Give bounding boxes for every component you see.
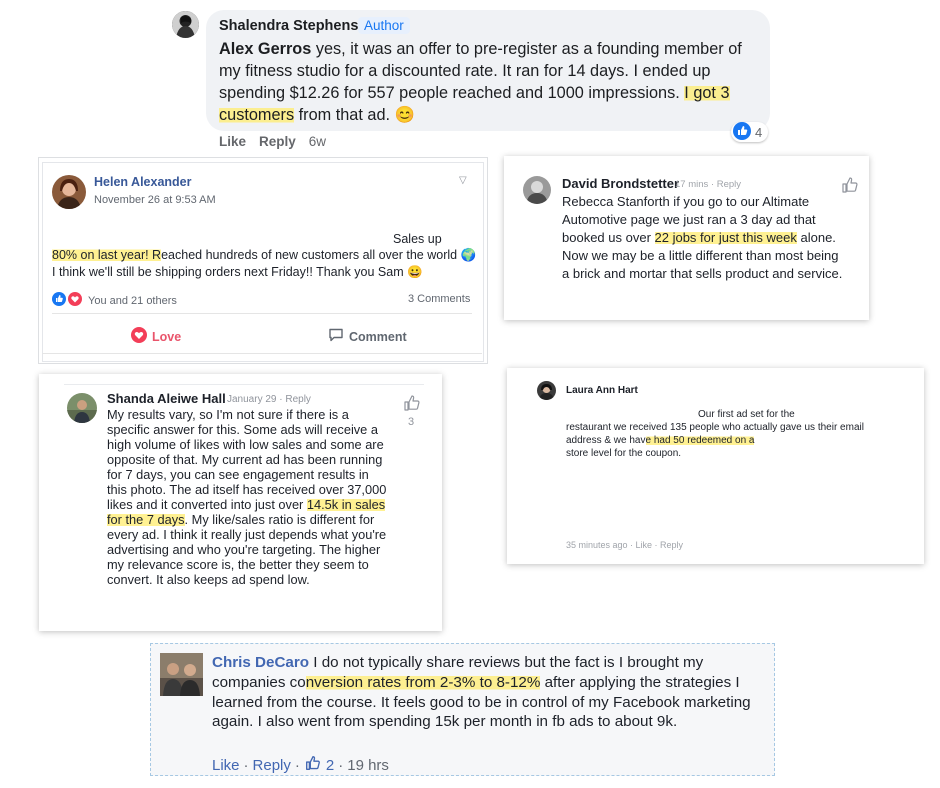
love-reaction-icon — [68, 292, 82, 309]
comment-text: My results vary, so I'm not sure if ther… — [107, 407, 392, 587]
like-reaction-icon — [52, 292, 66, 309]
thumbs-up-icon[interactable] — [402, 393, 422, 418]
comment-meta[interactable]: January 29 · Reply — [227, 394, 311, 405]
love-button[interactable]: Love — [131, 327, 181, 346]
like-count[interactable]: 2 — [326, 757, 334, 774]
comment-text-body: restaurant we received 135 people who ac… — [566, 421, 876, 447]
author-name[interactable]: Laura Ann Hart — [566, 385, 638, 396]
author-name[interactable]: Chris DeCaro — [212, 654, 309, 671]
chevron-down-icon[interactable]: ▽ — [459, 175, 467, 186]
divider — [64, 384, 424, 385]
mention-link[interactable]: Alex Gerros — [219, 40, 311, 58]
love-label: Love — [152, 329, 182, 344]
comment-meta[interactable]: 35 minutes ago · Like · Reply — [566, 540, 683, 550]
avatar[interactable] — [160, 653, 203, 696]
avatar[interactable] — [67, 393, 97, 423]
comment-text-part: if you go to our — [669, 194, 763, 209]
separator: · — [294, 756, 300, 774]
comment-text: Our first ad set for the restaurant we r… — [566, 408, 876, 460]
comment-meta[interactable]: 17 mins · Reply — [675, 179, 741, 190]
highlighted-text: e had 50 redeemed on a — [645, 435, 755, 446]
divider — [42, 353, 482, 354]
author-name[interactable]: Shanda Aleiwe Hall — [107, 391, 226, 406]
reaction-summary[interactable]: 4 — [731, 121, 769, 143]
reply-button[interactable]: Reply — [253, 757, 291, 774]
comment-icon — [328, 327, 344, 346]
author-badge: Author — [358, 17, 410, 34]
separator: · — [338, 756, 344, 774]
avatar[interactable] — [172, 11, 199, 38]
like-reaction-icon — [733, 121, 751, 143]
reply-button[interactable]: Reply — [259, 134, 296, 149]
timestamp[interactable]: 6w — [309, 134, 326, 149]
comment-label: Comment — [349, 329, 407, 344]
mention-link[interactable]: Rebecca Stanforth — [562, 194, 670, 209]
reaction-count: 4 — [755, 124, 763, 140]
reaction-text: You and 21 others — [88, 294, 177, 307]
avatar[interactable] — [523, 176, 551, 204]
author-name[interactable]: Helen Alexander — [94, 175, 192, 189]
comment-count[interactable]: 3 Comments — [408, 293, 470, 305]
comment-text-part: from that ad. 😊 — [294, 106, 415, 124]
love-icon — [131, 327, 147, 346]
highlighted-text: nversion rates from 2-3% to 8-12% — [305, 673, 541, 691]
avatar[interactable] — [537, 381, 556, 400]
post-text: 80% on last year! Reached hundreds of ne… — [52, 247, 482, 281]
thumbs-up-icon[interactable] — [304, 754, 322, 776]
comment-text: Chris DeCaro I do not typically share re… — [212, 653, 762, 732]
like-count: 3 — [408, 416, 415, 428]
post-text-lead: Sales up — [393, 232, 442, 246]
timestamp[interactable]: 19 hrs — [347, 757, 389, 774]
highlighted-text: 80% on last year! R — [52, 248, 162, 262]
comment-text: Rebecca Stanforth if you go to our Altim… — [562, 193, 847, 283]
author-name[interactable]: Shalendra Stephens — [219, 18, 358, 34]
comment-button[interactable]: Comment — [328, 327, 407, 346]
comment-text: Alex Gerros yes, it was an offer to pre-… — [219, 38, 764, 126]
comment-actions: Like Reply 6w — [219, 134, 339, 149]
like-button[interactable]: Like — [212, 757, 240, 774]
avatar[interactable] — [52, 175, 86, 209]
comment-text-part: store level for the coupon. — [566, 448, 682, 459]
divider — [52, 313, 472, 314]
author-name[interactable]: David Brondstetter — [562, 176, 679, 191]
reaction-summary[interactable]: You and 21 others — [52, 292, 177, 309]
like-button[interactable]: Like — [219, 134, 246, 149]
comment-actions: Like · Reply · 2 · 19 hrs — [212, 754, 389, 776]
post-date[interactable]: November 26 at 9:53 AM — [94, 194, 216, 206]
comment-text-lead: Our first ad set for the — [698, 409, 795, 420]
comment-card — [507, 368, 924, 564]
separator: · — [243, 756, 249, 774]
highlighted-text: 22 jobs for just this week — [654, 230, 797, 245]
